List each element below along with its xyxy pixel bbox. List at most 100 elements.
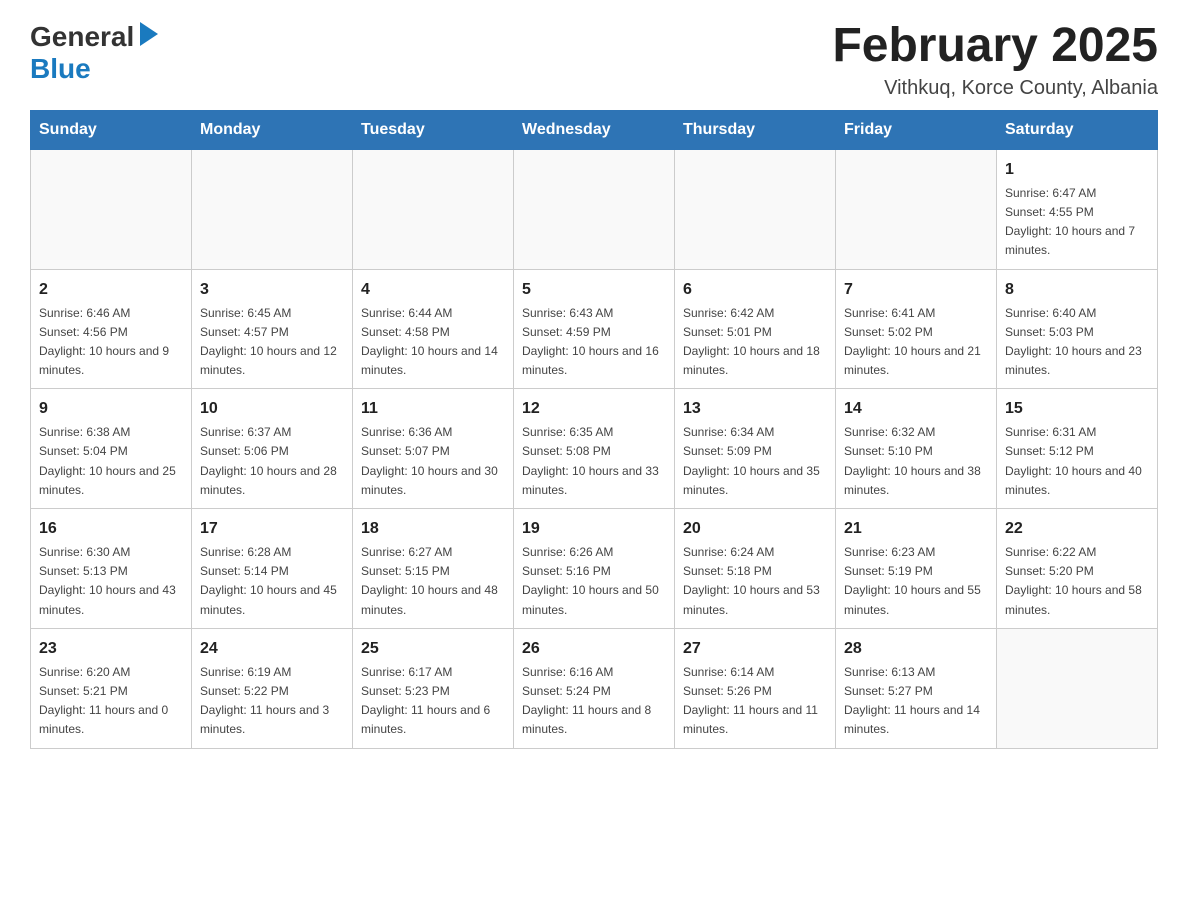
- day-number: 27: [683, 637, 827, 661]
- table-row: 3Sunrise: 6:45 AMSunset: 4:57 PMDaylight…: [192, 269, 353, 389]
- table-row: 14Sunrise: 6:32 AMSunset: 5:10 PMDayligh…: [836, 389, 997, 509]
- table-row: 1Sunrise: 6:47 AMSunset: 4:55 PMDaylight…: [997, 149, 1158, 269]
- day-number: 16: [39, 517, 183, 541]
- day-number: 26: [522, 637, 666, 661]
- table-row: [192, 149, 353, 269]
- table-row: 22Sunrise: 6:22 AMSunset: 5:20 PMDayligh…: [997, 509, 1158, 629]
- day-info: Sunrise: 6:40 AMSunset: 5:03 PMDaylight:…: [1005, 304, 1149, 381]
- day-number: 4: [361, 278, 505, 302]
- day-info: Sunrise: 6:43 AMSunset: 4:59 PMDaylight:…: [522, 304, 666, 381]
- table-row: 28Sunrise: 6:13 AMSunset: 5:27 PMDayligh…: [836, 628, 997, 748]
- table-row: 24Sunrise: 6:19 AMSunset: 5:22 PMDayligh…: [192, 628, 353, 748]
- day-info: Sunrise: 6:27 AMSunset: 5:15 PMDaylight:…: [361, 543, 505, 620]
- page-header: General Blue February 2025 Vithkuq, Korc…: [30, 20, 1158, 100]
- table-row: 25Sunrise: 6:17 AMSunset: 5:23 PMDayligh…: [353, 628, 514, 748]
- day-info: Sunrise: 6:30 AMSunset: 5:13 PMDaylight:…: [39, 543, 183, 620]
- table-row: 27Sunrise: 6:14 AMSunset: 5:26 PMDayligh…: [675, 628, 836, 748]
- day-number: 15: [1005, 397, 1149, 421]
- table-row: 26Sunrise: 6:16 AMSunset: 5:24 PMDayligh…: [514, 628, 675, 748]
- table-row: 8Sunrise: 6:40 AMSunset: 5:03 PMDaylight…: [997, 269, 1158, 389]
- day-number: 23: [39, 637, 183, 661]
- day-info: Sunrise: 6:41 AMSunset: 5:02 PMDaylight:…: [844, 304, 988, 381]
- day-number: 6: [683, 278, 827, 302]
- day-info: Sunrise: 6:16 AMSunset: 5:24 PMDaylight:…: [522, 663, 666, 740]
- header-monday: Monday: [192, 110, 353, 149]
- day-number: 28: [844, 637, 988, 661]
- day-info: Sunrise: 6:37 AMSunset: 5:06 PMDaylight:…: [200, 423, 344, 500]
- table-row: 15Sunrise: 6:31 AMSunset: 5:12 PMDayligh…: [997, 389, 1158, 509]
- day-number: 13: [683, 397, 827, 421]
- day-info: Sunrise: 6:36 AMSunset: 5:07 PMDaylight:…: [361, 423, 505, 500]
- day-info: Sunrise: 6:32 AMSunset: 5:10 PMDaylight:…: [844, 423, 988, 500]
- table-row: [31, 149, 192, 269]
- table-row: 4Sunrise: 6:44 AMSunset: 4:58 PMDaylight…: [353, 269, 514, 389]
- day-number: 19: [522, 517, 666, 541]
- calendar-subtitle: Vithkuq, Korce County, Albania: [832, 77, 1158, 100]
- table-row: [514, 149, 675, 269]
- logo-arrow-icon: [138, 20, 160, 53]
- day-info: Sunrise: 6:45 AMSunset: 4:57 PMDaylight:…: [200, 304, 344, 381]
- calendar-week-row: 2Sunrise: 6:46 AMSunset: 4:56 PMDaylight…: [31, 269, 1158, 389]
- day-info: Sunrise: 6:47 AMSunset: 4:55 PMDaylight:…: [1005, 184, 1149, 261]
- logo-general-text: General: [30, 21, 134, 53]
- table-row: 9Sunrise: 6:38 AMSunset: 5:04 PMDaylight…: [31, 389, 192, 509]
- day-info: Sunrise: 6:46 AMSunset: 4:56 PMDaylight:…: [39, 304, 183, 381]
- table-row: [997, 628, 1158, 748]
- table-row: 23Sunrise: 6:20 AMSunset: 5:21 PMDayligh…: [31, 628, 192, 748]
- table-row: 10Sunrise: 6:37 AMSunset: 5:06 PMDayligh…: [192, 389, 353, 509]
- header-wednesday: Wednesday: [514, 110, 675, 149]
- table-row: [836, 149, 997, 269]
- day-info: Sunrise: 6:31 AMSunset: 5:12 PMDaylight:…: [1005, 423, 1149, 500]
- day-info: Sunrise: 6:38 AMSunset: 5:04 PMDaylight:…: [39, 423, 183, 500]
- table-row: 6Sunrise: 6:42 AMSunset: 5:01 PMDaylight…: [675, 269, 836, 389]
- day-number: 12: [522, 397, 666, 421]
- day-number: 7: [844, 278, 988, 302]
- day-number: 8: [1005, 278, 1149, 302]
- day-info: Sunrise: 6:20 AMSunset: 5:21 PMDaylight:…: [39, 663, 183, 740]
- header-saturday: Saturday: [997, 110, 1158, 149]
- day-number: 24: [200, 637, 344, 661]
- header-thursday: Thursday: [675, 110, 836, 149]
- calendar-week-row: 23Sunrise: 6:20 AMSunset: 5:21 PMDayligh…: [31, 628, 1158, 748]
- day-info: Sunrise: 6:22 AMSunset: 5:20 PMDaylight:…: [1005, 543, 1149, 620]
- table-row: 11Sunrise: 6:36 AMSunset: 5:07 PMDayligh…: [353, 389, 514, 509]
- table-row: 19Sunrise: 6:26 AMSunset: 5:16 PMDayligh…: [514, 509, 675, 629]
- day-number: 21: [844, 517, 988, 541]
- header-sunday: Sunday: [31, 110, 192, 149]
- table-row: 20Sunrise: 6:24 AMSunset: 5:18 PMDayligh…: [675, 509, 836, 629]
- day-info: Sunrise: 6:34 AMSunset: 5:09 PMDaylight:…: [683, 423, 827, 500]
- day-number: 25: [361, 637, 505, 661]
- day-number: 14: [844, 397, 988, 421]
- table-row: 13Sunrise: 6:34 AMSunset: 5:09 PMDayligh…: [675, 389, 836, 509]
- day-info: Sunrise: 6:19 AMSunset: 5:22 PMDaylight:…: [200, 663, 344, 740]
- day-info: Sunrise: 6:17 AMSunset: 5:23 PMDaylight:…: [361, 663, 505, 740]
- logo-blue-text: Blue: [30, 53, 91, 84]
- table-row: 7Sunrise: 6:41 AMSunset: 5:02 PMDaylight…: [836, 269, 997, 389]
- day-info: Sunrise: 6:23 AMSunset: 5:19 PMDaylight:…: [844, 543, 988, 620]
- calendar-table: Sunday Monday Tuesday Wednesday Thursday…: [30, 110, 1158, 749]
- table-row: 17Sunrise: 6:28 AMSunset: 5:14 PMDayligh…: [192, 509, 353, 629]
- day-info: Sunrise: 6:24 AMSunset: 5:18 PMDaylight:…: [683, 543, 827, 620]
- day-info: Sunrise: 6:44 AMSunset: 4:58 PMDaylight:…: [361, 304, 505, 381]
- table-row: 18Sunrise: 6:27 AMSunset: 5:15 PMDayligh…: [353, 509, 514, 629]
- calendar-week-row: 9Sunrise: 6:38 AMSunset: 5:04 PMDaylight…: [31, 389, 1158, 509]
- calendar-week-row: 16Sunrise: 6:30 AMSunset: 5:13 PMDayligh…: [31, 509, 1158, 629]
- day-number: 22: [1005, 517, 1149, 541]
- header-tuesday: Tuesday: [353, 110, 514, 149]
- day-info: Sunrise: 6:14 AMSunset: 5:26 PMDaylight:…: [683, 663, 827, 740]
- table-row: 2Sunrise: 6:46 AMSunset: 4:56 PMDaylight…: [31, 269, 192, 389]
- day-number: 5: [522, 278, 666, 302]
- day-number: 1: [1005, 158, 1149, 182]
- header-friday: Friday: [836, 110, 997, 149]
- table-row: 16Sunrise: 6:30 AMSunset: 5:13 PMDayligh…: [31, 509, 192, 629]
- day-number: 20: [683, 517, 827, 541]
- table-row: 12Sunrise: 6:35 AMSunset: 5:08 PMDayligh…: [514, 389, 675, 509]
- day-number: 18: [361, 517, 505, 541]
- day-number: 10: [200, 397, 344, 421]
- table-row: [353, 149, 514, 269]
- calendar-header-row: Sunday Monday Tuesday Wednesday Thursday…: [31, 110, 1158, 149]
- day-number: 3: [200, 278, 344, 302]
- day-info: Sunrise: 6:13 AMSunset: 5:27 PMDaylight:…: [844, 663, 988, 740]
- logo: General Blue: [30, 20, 160, 85]
- day-number: 17: [200, 517, 344, 541]
